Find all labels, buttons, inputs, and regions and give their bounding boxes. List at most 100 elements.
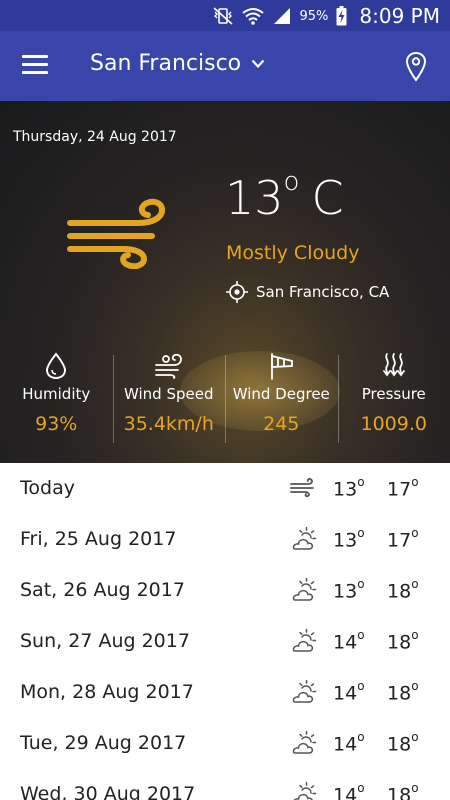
forecast-day: Tue, 29 Aug 2017 — [20, 732, 187, 754]
signal-icon — [273, 8, 290, 24]
low-temp-value: 14 — [333, 733, 358, 756]
forecast-row[interactable]: Mon, 28 Aug 2017 14o 18o — [0, 667, 450, 718]
app-bar: San Francisco — [0, 31, 450, 101]
forecast-row[interactable]: Wed, 30 Aug 2017 14o 18o — [0, 769, 450, 800]
forecast-low-temp: 13o — [333, 475, 365, 501]
forecast-row[interactable]: Fri, 25 Aug 2017 13o 17o — [0, 514, 450, 565]
wifi-icon — [241, 8, 264, 25]
partly-cloudy-icon — [288, 730, 318, 756]
gps-target-icon — [226, 281, 248, 303]
humidity-value: 93% — [35, 413, 78, 435]
weather-condition: Mostly Cloudy — [226, 242, 360, 264]
high-temp-value: 18 — [387, 580, 412, 603]
partly-cloudy-icon — [288, 577, 318, 603]
low-temp-value: 14 — [333, 682, 358, 705]
humidity-label: Humidity — [22, 385, 91, 403]
weather-stats: Humidity 93% Wind Speed 35.4km/h Wind De… — [0, 351, 450, 446]
status-bar: 95% 8:09 PM — [0, 0, 450, 31]
forecast-high-temp: 18o — [387, 628, 419, 654]
high-temp-value: 18 — [387, 631, 412, 654]
battery-percent: 95% — [299, 8, 329, 24]
forecast-low-temp: 13o — [333, 577, 365, 603]
degree-symbol: o — [411, 730, 419, 744]
high-temp-value: 18 — [387, 733, 412, 756]
current-temperature: 13o C — [225, 167, 344, 225]
temperature-value: 13 — [225, 171, 284, 225]
degree-symbol: o — [411, 526, 419, 540]
low-temp-value: 14 — [333, 784, 358, 800]
forecast-day: Sat, 26 Aug 2017 — [20, 579, 185, 601]
forecast-row[interactable]: Tue, 29 Aug 2017 14o 18o — [0, 718, 450, 769]
wind-degree-value: 245 — [263, 413, 300, 435]
forecast-row[interactable]: Sun, 27 Aug 2017 14o 18o — [0, 616, 450, 667]
humidity-icon — [46, 352, 67, 380]
forecast-row[interactable]: Today 13o 17o — [0, 463, 450, 514]
degree-symbol: o — [283, 166, 300, 197]
status-icons: 95% 8:09 PM — [212, 4, 440, 28]
high-temp-value: 17 — [387, 529, 412, 552]
forecast-low-temp: 14o — [333, 679, 365, 705]
forecast-high-temp: 17o — [387, 526, 419, 552]
degree-symbol: o — [411, 475, 419, 489]
pressure-value: 1009.0 — [360, 413, 427, 435]
wind-speed-value: 35.4km/h — [123, 413, 214, 435]
degree-symbol: o — [357, 679, 365, 693]
wind-speed-label: Wind Speed — [124, 385, 214, 403]
forecast-low-temp: 14o — [333, 730, 365, 756]
wind-degree-label: Wind Degree — [232, 385, 330, 403]
forecast-high-temp: 17o — [387, 475, 419, 501]
partly-cloudy-icon — [288, 781, 318, 800]
menu-icon[interactable] — [22, 55, 48, 77]
forecast-day: Fri, 25 Aug 2017 — [20, 528, 177, 550]
degree-symbol: o — [411, 781, 419, 795]
vibrate-mute-icon — [212, 7, 233, 25]
location-label: San Francisco, CA — [256, 283, 390, 301]
forecast-low-temp: 13o — [333, 526, 365, 552]
city-label: San Francisco — [90, 51, 242, 76]
partly-cloudy-icon — [288, 679, 318, 705]
current-date: Thursday, 24 Aug 2017 — [13, 129, 177, 145]
chevron-down-icon — [251, 59, 265, 68]
high-temp-value: 18 — [387, 784, 412, 800]
forecast-day: Today — [20, 477, 75, 499]
city-dropdown[interactable]: San Francisco — [90, 51, 265, 76]
forecast-high-temp: 18o — [387, 730, 419, 756]
degree-symbol: o — [411, 628, 419, 642]
high-temp-value: 17 — [387, 478, 412, 501]
degree-symbol: o — [411, 679, 419, 693]
wind-icon — [67, 198, 166, 269]
wind-speed-icon — [154, 353, 182, 379]
forecast-low-temp: 14o — [333, 781, 365, 800]
partly-cloudy-icon — [288, 628, 318, 654]
forecast-list: Today 13o 17o Fri, 25 Aug 2017 13o 17o Sat, 26… — [0, 463, 450, 800]
pressure-label: Pressure — [361, 385, 426, 403]
battery-charging-icon — [336, 6, 347, 26]
forecast-high-temp: 18o — [387, 781, 419, 800]
low-temp-value: 14 — [333, 631, 358, 654]
low-temp-value: 13 — [333, 478, 358, 501]
low-temp-value: 13 — [333, 529, 358, 552]
degree-symbol: o — [411, 577, 419, 591]
forecast-day: Sun, 27 Aug 2017 — [20, 630, 190, 652]
wind-icon — [288, 475, 318, 501]
forecast-low-temp: 14o — [333, 628, 365, 654]
degree-symbol: o — [357, 526, 365, 540]
forecast-day: Mon, 28 Aug 2017 — [20, 681, 194, 703]
current-location: San Francisco, CA — [226, 281, 389, 303]
high-temp-value: 18 — [387, 682, 412, 705]
partly-cloudy-icon — [288, 526, 318, 552]
stat-humidity: Humidity 93% — [0, 351, 113, 446]
forecast-row[interactable]: Sat, 26 Aug 2017 13o 18o — [0, 565, 450, 616]
degree-symbol: o — [357, 730, 365, 744]
current-weather-panel: Thursday, 24 Aug 2017 13o C Mostly Cloudy… — [0, 101, 450, 463]
temperature-unit: C — [311, 171, 344, 225]
stat-pressure: Pressure 1009.0 — [337, 351, 450, 446]
low-temp-value: 13 — [333, 580, 358, 603]
forecast-high-temp: 18o — [387, 679, 419, 705]
degree-symbol: o — [357, 475, 365, 489]
degree-symbol: o — [357, 628, 365, 642]
location-pin-icon[interactable] — [404, 51, 428, 83]
degree-symbol: o — [357, 577, 365, 591]
pressure-icon — [382, 353, 405, 377]
forecast-day: Wed, 30 Aug 2017 — [20, 783, 196, 800]
